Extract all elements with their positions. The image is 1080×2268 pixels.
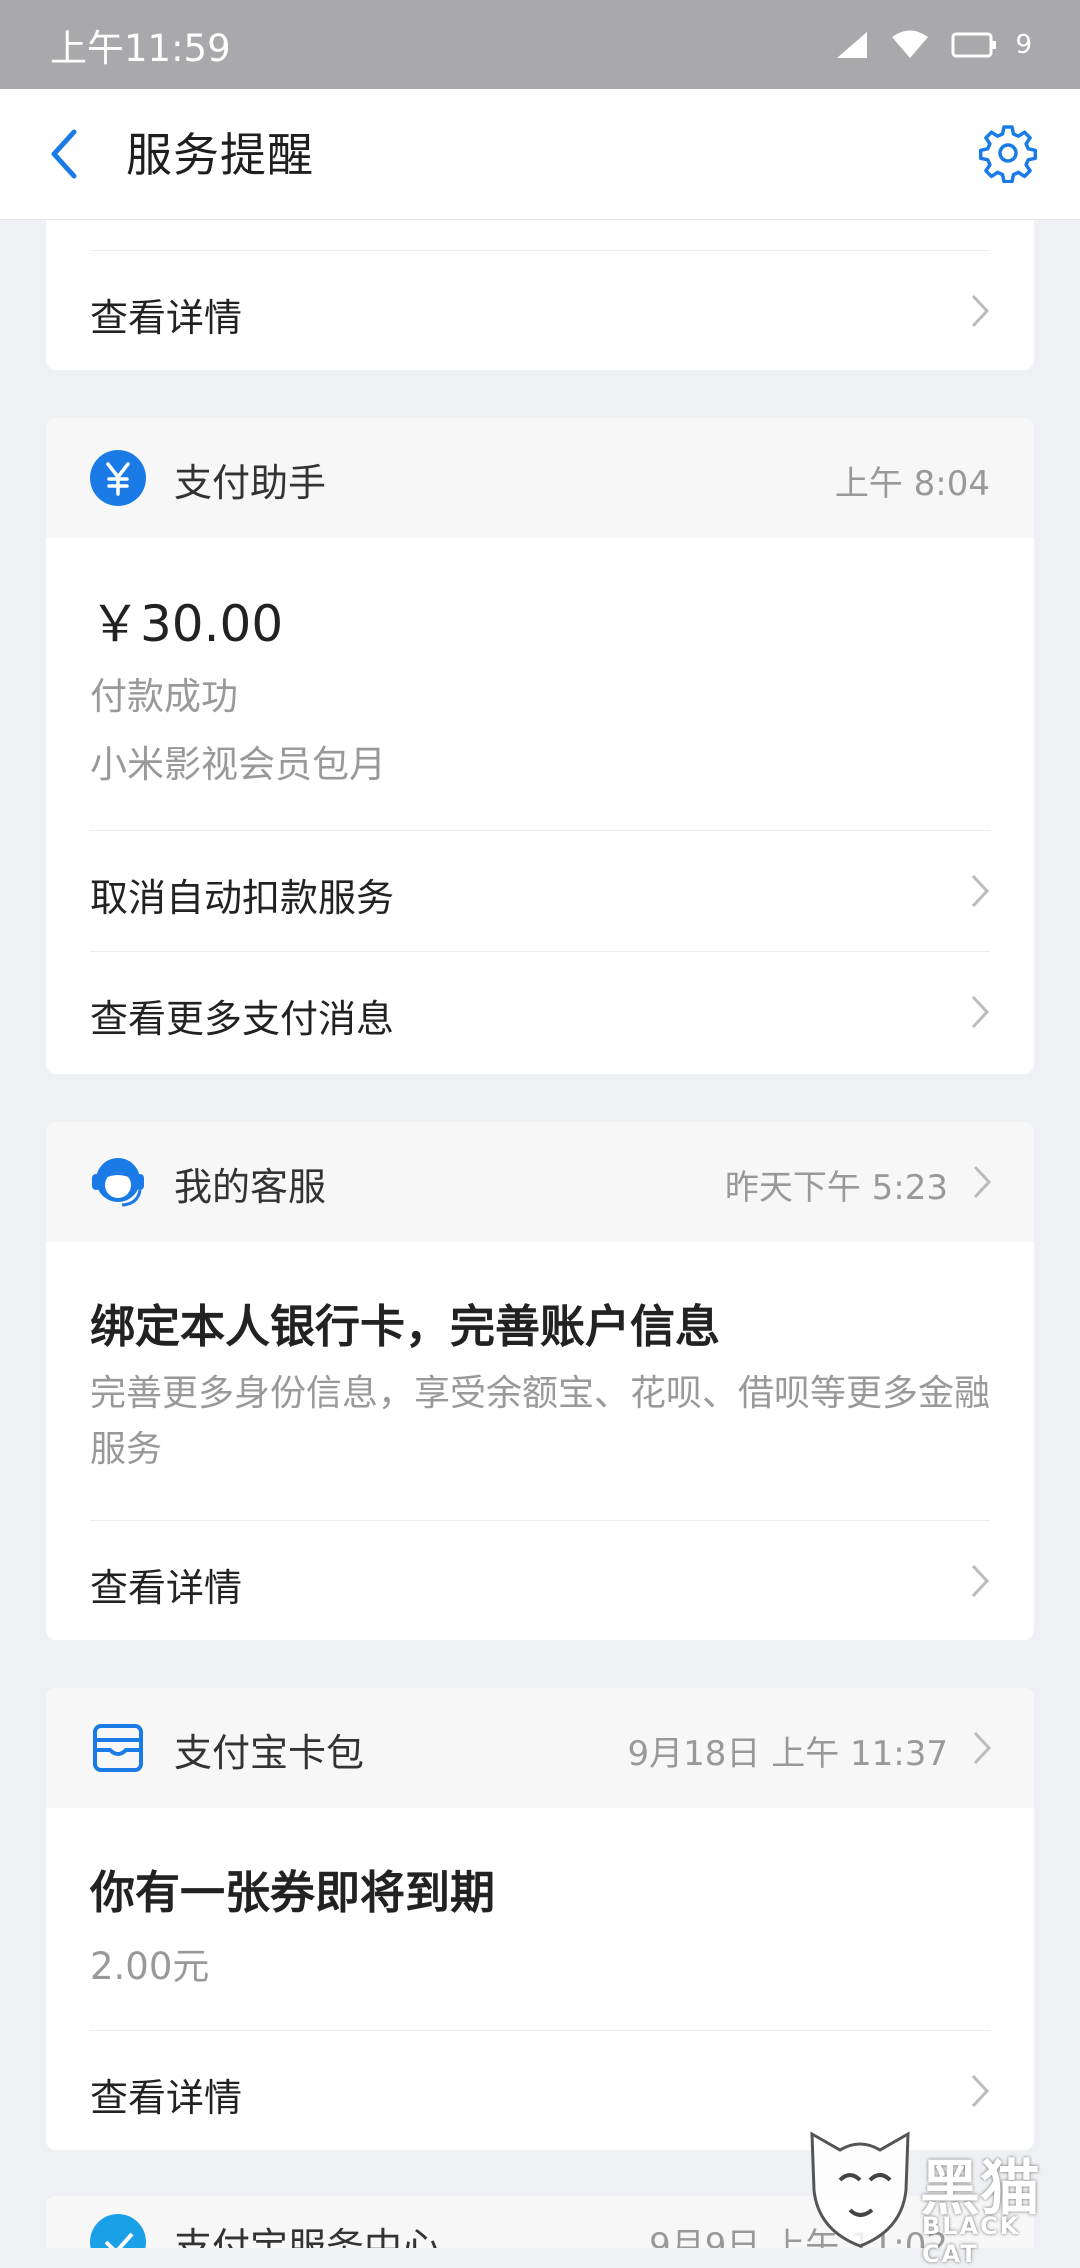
chevron-right-icon	[971, 2074, 990, 2108]
row-label: 查看详情	[90, 296, 243, 340]
battery-level: 9	[1015, 29, 1032, 60]
payment-status: 付款成功	[90, 675, 238, 718]
status-icons: 9	[835, 30, 1032, 60]
chevron-right-icon	[973, 1165, 992, 1199]
chevron-right-icon	[971, 1564, 990, 1598]
message-time: 昨天下午 5:23	[724, 1168, 948, 1208]
card-header[interactable]: 支付宝卡包 9月18日 上午 11:37	[46, 1688, 1034, 1808]
source-name: 我的客服	[174, 1165, 327, 1209]
source-name: 支付宝卡包	[174, 1731, 365, 1775]
card-wallet-icon	[93, 1724, 143, 1772]
message-description: 完善更多身份信息，享受余额宝、花呗、借呗等更多金融服务	[90, 1373, 991, 1470]
back-arrow-icon[interactable]	[44, 124, 84, 184]
service-center-icon	[90, 2214, 146, 2248]
row-label: 查看更多支付消息	[90, 997, 395, 1041]
chevron-right-icon	[971, 294, 990, 328]
message-title: 你有一张券即将到期	[90, 1866, 496, 1919]
card-header: 支付助手 上午 8:04	[46, 418, 1034, 538]
chevron-right-icon	[973, 1731, 992, 1765]
view-details-row[interactable]: 查看详情	[90, 1520, 990, 1640]
message-time: 上午 8:04	[834, 464, 990, 504]
battery-icon	[951, 32, 997, 57]
message-time: 9月18日 上午 11:37	[627, 1734, 949, 1774]
status-time: 上午11:59	[50, 26, 231, 70]
cancel-auto-debit-row[interactable]: 取消自动扣款服务	[90, 830, 990, 951]
payment-assistant-card: 支付助手 上午 8:04 ￥30.00 付款成功 小米影视会员包月 取消自动扣款…	[46, 418, 1034, 1074]
payment-item: 小米影视会员包月	[90, 743, 386, 786]
notification-card-partial: 查看详情	[46, 220, 1034, 370]
payment-amount: ￥30.00	[90, 595, 284, 653]
card-wallet-card: 支付宝卡包 9月18日 上午 11:37 你有一张券即将到期 2.00元 查看详…	[46, 1688, 1034, 2150]
customer-service-icon	[92, 1158, 144, 1207]
row-label: 取消自动扣款服务	[90, 876, 395, 920]
coupon-amount: 2.00元	[90, 1945, 210, 1988]
view-details-row[interactable]: 查看详情	[90, 250, 990, 370]
status-bar: 上午11:59 9	[0, 0, 1080, 89]
settings-gear-icon[interactable]	[978, 123, 1038, 183]
row-label: 查看详情	[90, 1566, 243, 1610]
chevron-right-icon	[971, 995, 990, 1029]
yuan-coin-icon	[90, 450, 146, 506]
card-header[interactable]: 我的客服 昨天下午 5:23	[46, 1122, 1034, 1242]
chevron-right-icon	[971, 874, 990, 908]
wifi-icon	[892, 30, 929, 58]
watermark-subtext: BLACK CAT	[922, 2212, 1021, 2268]
app-bar: 服务提醒	[0, 89, 1080, 220]
customer-service-card: 我的客服 昨天下午 5:23 绑定本人银行卡，完善账户信息 完善更多身份信息，享…	[46, 1122, 1034, 1640]
signal-icon	[837, 31, 868, 58]
more-payment-messages-row[interactable]: 查看更多支付消息	[90, 951, 990, 1072]
page-title: 服务提醒	[126, 128, 314, 182]
source-name: 支付助手	[174, 461, 327, 505]
message-title: 绑定本人银行卡，完善账户信息	[90, 1300, 721, 1353]
row-label: 查看详情	[90, 2076, 243, 2120]
source-name: 支付宝服务中心	[174, 2225, 441, 2248]
